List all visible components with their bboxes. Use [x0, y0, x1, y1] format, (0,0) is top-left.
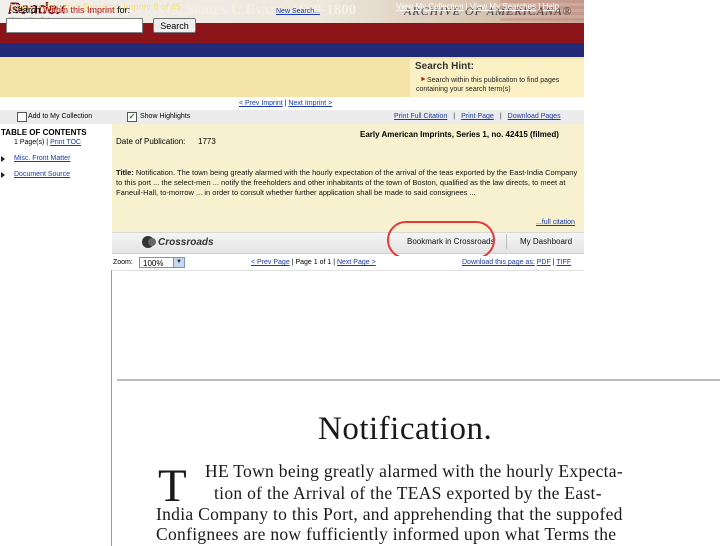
show-highlights-checkbox[interactable]: ✓: [127, 112, 137, 122]
help-link[interactable]: Help: [543, 2, 559, 11]
document-dropcap: T: [158, 460, 187, 512]
imprint-nav: < Prev Imprint | Next Imprint >: [239, 100, 333, 107]
toc-heading: TABLE OF CONTENTS: [1, 128, 87, 137]
add-to-collection-label[interactable]: Add to My Collection: [28, 113, 92, 120]
breadcrumb-current: Imprint 8 of 45: [123, 2, 181, 12]
download-tiff-link[interactable]: TIFF: [556, 259, 571, 266]
download-pdf-link[interactable]: PDF: [537, 259, 551, 266]
imprint-id: Early American Imprints, Series 1, no. 4…: [360, 130, 559, 139]
my-dashboard-button[interactable]: My Dashboard: [520, 237, 572, 246]
view-my-collection-link[interactable]: View My Collection: [396, 2, 463, 11]
divider: [506, 234, 507, 249]
search-button[interactable]: Search: [153, 18, 196, 33]
prev-page-link[interactable]: < Prev Page: [251, 259, 290, 266]
page-nav: < Prev Page | Page 1 of 1 | Next Page >: [251, 259, 376, 266]
print-full-citation-link[interactable]: Print Full Citation: [394, 113, 447, 120]
show-highlights-label[interactable]: Show Highlights: [140, 113, 190, 120]
toc-item-document-source[interactable]: Document Source: [14, 171, 70, 178]
toc-item-front-matter[interactable]: Misc. Front Matter: [14, 155, 70, 162]
triangle-right-icon: [1, 156, 5, 162]
next-imprint-link[interactable]: Next Imprint >: [288, 100, 332, 107]
add-to-collection-checkbox[interactable]: [17, 112, 27, 122]
highlight-ring: [387, 221, 495, 259]
page-of: Page 1 of 1: [295, 259, 332, 266]
toc-pages: 1 Page(s) | Print TOC: [14, 139, 81, 146]
search-for: for:: [117, 5, 131, 15]
search-label: Search Within this Imprint for:: [12, 5, 130, 15]
nav-bar: [0, 43, 584, 57]
new-search-link[interactable]: New Search...: [276, 8, 320, 15]
toc-page-count: 1 Page(s): [14, 139, 45, 146]
search-label-text: Search: [12, 5, 41, 15]
print-toc-link[interactable]: Print TOC: [50, 139, 81, 146]
search-scope: Within this Imprint: [43, 5, 115, 15]
crossroads-logo-icon: [148, 238, 156, 246]
document-line: tion of the Arrival of the TEAS exported…: [214, 483, 602, 503]
view-my-searches-link[interactable]: View My Searches: [470, 2, 536, 11]
download-page: Download this page as: PDF | TIFF: [462, 259, 572, 266]
viewer-border: [111, 270, 112, 546]
chevron-down-icon[interactable]: ▼: [173, 258, 184, 267]
top-links: View My Collection | View My Searches | …: [396, 2, 560, 11]
scan-page-edge: [117, 379, 720, 381]
full-citation-link[interactable]: ...full citation: [536, 219, 575, 226]
record-title: Title: Notification. The town being grea…: [116, 168, 578, 198]
download-page-label[interactable]: Download this page as:: [462, 259, 535, 266]
toolbar-links: Print Full Citation | Print Page | Download …: [394, 113, 561, 120]
date-value: 1773: [198, 137, 216, 146]
print-page-link[interactable]: Print Page: [461, 113, 494, 120]
title-label: Title:: [116, 168, 134, 177]
search-hint-text: Search within this publication to find p…: [416, 77, 560, 93]
prev-imprint-link[interactable]: < Prev Imprint: [239, 100, 283, 107]
triangle-right-icon: [1, 172, 5, 178]
document-line: HE Town being greatly alarmed with the h…: [205, 461, 623, 481]
document-line: India Company to this Port, and apprehen…: [156, 504, 623, 524]
search-hint-title: Search Hint:: [415, 61, 474, 72]
zoom-label: Zoom:: [113, 259, 133, 266]
crossroads-logo-text[interactable]: Crossroads: [158, 237, 214, 248]
next-page-link[interactable]: Next Page >: [337, 259, 376, 266]
document-title: Notification.: [318, 411, 493, 447]
search-input[interactable]: [6, 18, 143, 33]
download-pages-link[interactable]: Download Pages: [508, 113, 561, 120]
document-line: Confignees are now fufficiently informed…: [156, 524, 617, 544]
date-label: Date of Publication:: [116, 137, 186, 146]
title-text: Notification. The town being greatly ala…: [116, 168, 578, 197]
